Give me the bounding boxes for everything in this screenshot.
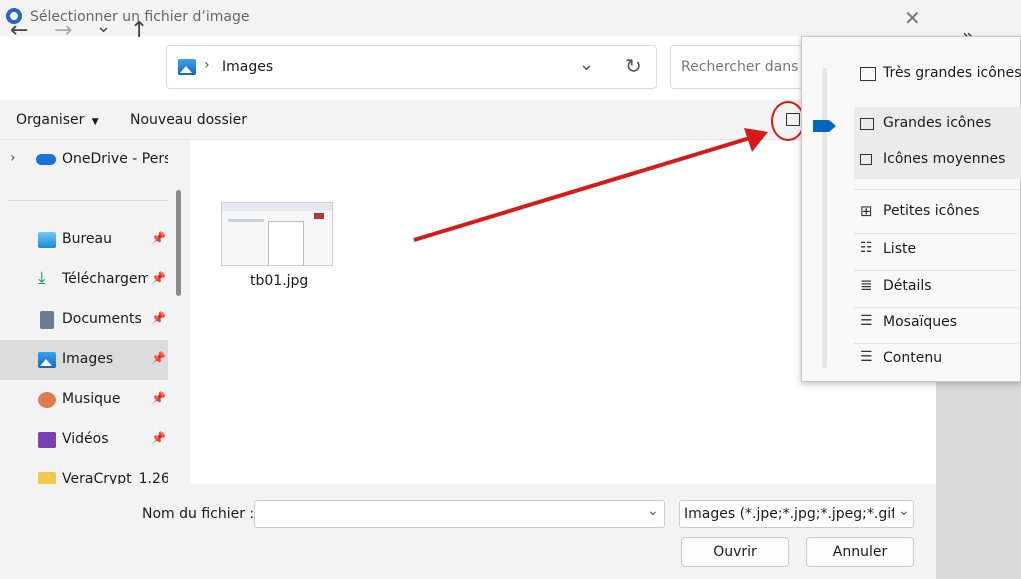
menu-item-label: Mosaïques [883, 314, 958, 330]
view-size-slider[interactable] [822, 68, 827, 368]
menu-item-label: Grandes icônes [883, 115, 992, 131]
menu-separator [854, 189, 1021, 190]
pin-icon: 📌 [151, 351, 166, 365]
cloud-icon [36, 154, 56, 165]
close-button[interactable]: ✕ [904, 6, 921, 30]
up-button[interactable]: ↑ [130, 18, 148, 43]
arrow-line [413, 136, 751, 242]
filename-input[interactable]: ⌄ [254, 500, 665, 528]
bottom-bar [0, 484, 936, 579]
search-box[interactable]: Rechercher dans : [670, 45, 810, 89]
menu-item-extra-large-icons[interactable]: Très grandes icônes [854, 57, 1021, 93]
content-icon: ☰ [860, 349, 873, 365]
videos-icon [38, 432, 56, 448]
menu-item-tiles[interactable]: ☰ Mosaïques [854, 306, 1021, 342]
file-type-value: Images (*.jpe;*.jpg;*.jpeg;*.gif;*.p [684, 506, 894, 522]
menu-item-label: Très grandes icônes [883, 65, 1021, 81]
filename-label: Nom du fichier : [142, 506, 255, 522]
menu-item-label: Détails [883, 278, 932, 294]
music-icon [38, 392, 56, 408]
tiles-icon: ☰ [860, 313, 873, 329]
menu-item-large-icons[interactable]: Grandes icônes [854, 107, 1021, 143]
menu-item-details[interactable]: ≣ Détails [854, 270, 1021, 306]
file-thumbnail[interactable] [221, 202, 333, 266]
caret-down-icon: ▼ [88, 117, 99, 127]
forward-button[interactable]: → [54, 18, 72, 43]
chevron-down-icon[interactable]: ⌄ [898, 503, 910, 519]
documents-icon [40, 311, 54, 329]
address-bar[interactable]: › Images ⌄ ↻ [166, 45, 657, 89]
pin-icon: 📌 [151, 271, 166, 285]
list-icon: ☷ [860, 240, 873, 256]
menu-item-content[interactable]: ☰ Contenu [854, 342, 1021, 378]
sidebar-item-musique[interactable]: Musique 📌 [0, 380, 168, 420]
pin-icon: 📌 [151, 391, 166, 405]
medium-icons-icon [860, 154, 872, 165]
sidebar-item-images[interactable]: Images 📌 [0, 340, 168, 380]
sidebar-scrollbar[interactable] [176, 190, 181, 296]
menu-item-small-icons[interactable]: ⊞ Petites icônes [854, 195, 1021, 231]
thumbnail-preview [314, 213, 324, 219]
menu-item-label: Contenu [883, 350, 943, 366]
sidebar-item-veracrypt[interactable]: VeraCrypt_1.26.1 [0, 460, 168, 484]
address-dropdown-icon[interactable]: ⌄ [579, 54, 594, 75]
navigation-pane: › OneDrive - Perso Bureau 📌 ⤓ Télécharge… [0, 140, 190, 484]
extra-large-icons-icon [860, 67, 876, 81]
menu-item-label: Liste [883, 241, 917, 257]
thumbnail-preview [228, 219, 264, 222]
view-menu: Très grandes icônes Grandes icônes Icône… [801, 36, 1021, 382]
menu-item-medium-icons[interactable]: Icônes moyennes [854, 143, 1021, 179]
pictures-icon [38, 352, 56, 368]
expand-chevron-icon[interactable]: › [10, 150, 16, 166]
thumbnail-preview [222, 203, 332, 211]
desktop-icon [38, 232, 56, 248]
slider-thumb-shape [813, 120, 836, 132]
pin-icon: 📌 [151, 431, 166, 445]
sidebar-item-documents[interactable]: Documents 📌 [0, 300, 168, 340]
file-name[interactable]: tb01.jpg [250, 273, 308, 289]
organize-button[interactable]: Organiser ▼ [16, 112, 99, 128]
file-type-select[interactable]: Images (*.jpe;*.jpg;*.jpeg;*.gif;*.p ⌄ [679, 500, 914, 528]
annotation-circle [771, 101, 805, 141]
open-button[interactable]: Ouvrir [681, 537, 789, 567]
sidebar-item-label: OneDrive - Perso [62, 151, 168, 167]
chevron-down-icon[interactable]: ⌄ [647, 503, 659, 519]
recent-locations-button[interactable]: ⌄ [96, 16, 111, 37]
sidebar-item-label: Téléchargements [62, 271, 148, 287]
refresh-icon[interactable]: ↻ [625, 54, 642, 78]
annotation-arrow [413, 128, 768, 242]
sidebar-divider [8, 200, 168, 201]
address-location[interactable]: Images [222, 59, 273, 75]
new-folder-button[interactable]: Nouveau dossier [130, 112, 247, 128]
menu-item-label: Icônes moyennes [883, 151, 1006, 167]
download-icon: ⤓ [38, 268, 46, 288]
pin-icon: 📌 [151, 311, 166, 325]
search-placeholder: Rechercher dans : [681, 59, 808, 75]
back-button[interactable]: ← [10, 18, 28, 43]
sidebar-item-telechargements[interactable]: ⤓ Téléchargements 📌 [0, 260, 168, 300]
slider-thumb[interactable] [813, 119, 837, 133]
folder-icon [38, 472, 56, 484]
organize-label: Organiser [16, 112, 85, 128]
sidebar-item-bureau[interactable]: Bureau 📌 [0, 220, 168, 260]
small-icons-icon: ⊞ [860, 202, 873, 220]
sidebar-item-videos[interactable]: Vidéos 📌 [0, 420, 168, 460]
thumbnail-preview [268, 221, 304, 265]
sidebar-item-label: VeraCrypt_1.26.1 [62, 471, 168, 484]
pictures-icon [178, 59, 196, 75]
details-icon: ≣ [860, 276, 873, 294]
cancel-button[interactable]: Annuler [806, 537, 914, 567]
sidebar-item-onedrive[interactable]: › OneDrive - Perso [0, 140, 168, 180]
large-icons-icon [860, 118, 874, 130]
menu-item-label: Petites icônes [883, 203, 980, 219]
menu-item-list[interactable]: ☷ Liste [854, 233, 1021, 269]
pin-icon: 📌 [151, 231, 166, 245]
path-separator: › [204, 57, 210, 73]
